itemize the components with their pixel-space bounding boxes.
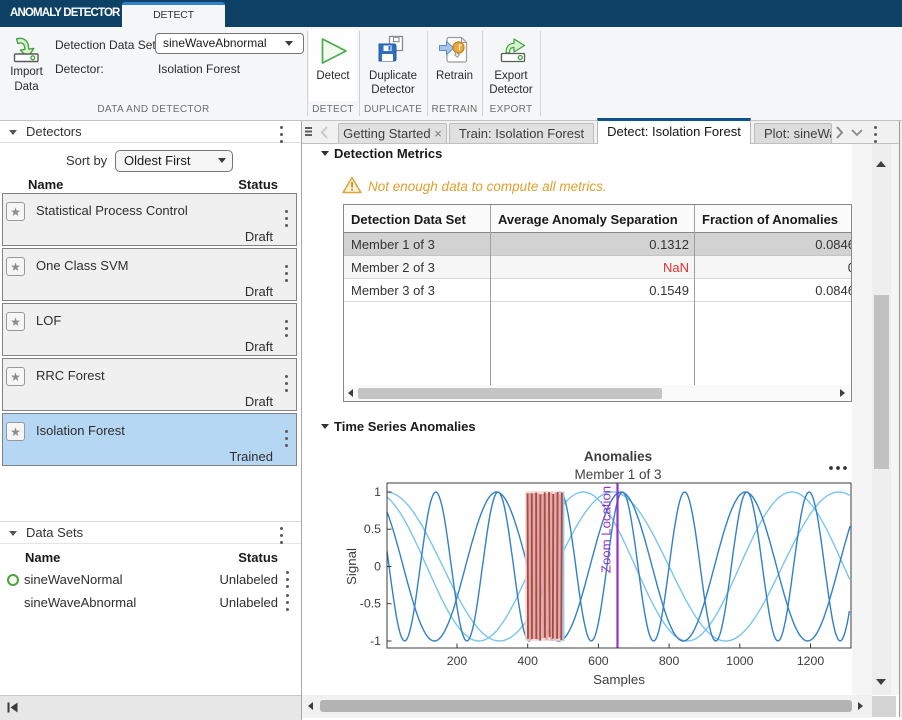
svg-text:-1: -1 [370,634,381,648]
svg-text:Zoom Location: Zoom Location [599,486,614,573]
svg-text:1000: 1000 [726,654,754,668]
svg-text:800: 800 [659,654,680,668]
svg-text:Anomalies: Anomalies [584,449,652,464]
svg-text:200: 200 [447,654,468,668]
svg-text:1200: 1200 [797,654,825,668]
svg-text:600: 600 [588,654,609,668]
svg-text:Samples: Samples [593,672,645,687]
svg-text:400: 400 [517,654,538,668]
svg-text:-0.5: -0.5 [360,597,381,611]
svg-text:0.5: 0.5 [364,522,381,536]
svg-text:0: 0 [374,560,381,574]
svg-text:Member 1 of 3: Member 1 of 3 [574,467,661,482]
svg-text:1: 1 [374,485,381,499]
svg-text:Signal: Signal [344,548,359,585]
